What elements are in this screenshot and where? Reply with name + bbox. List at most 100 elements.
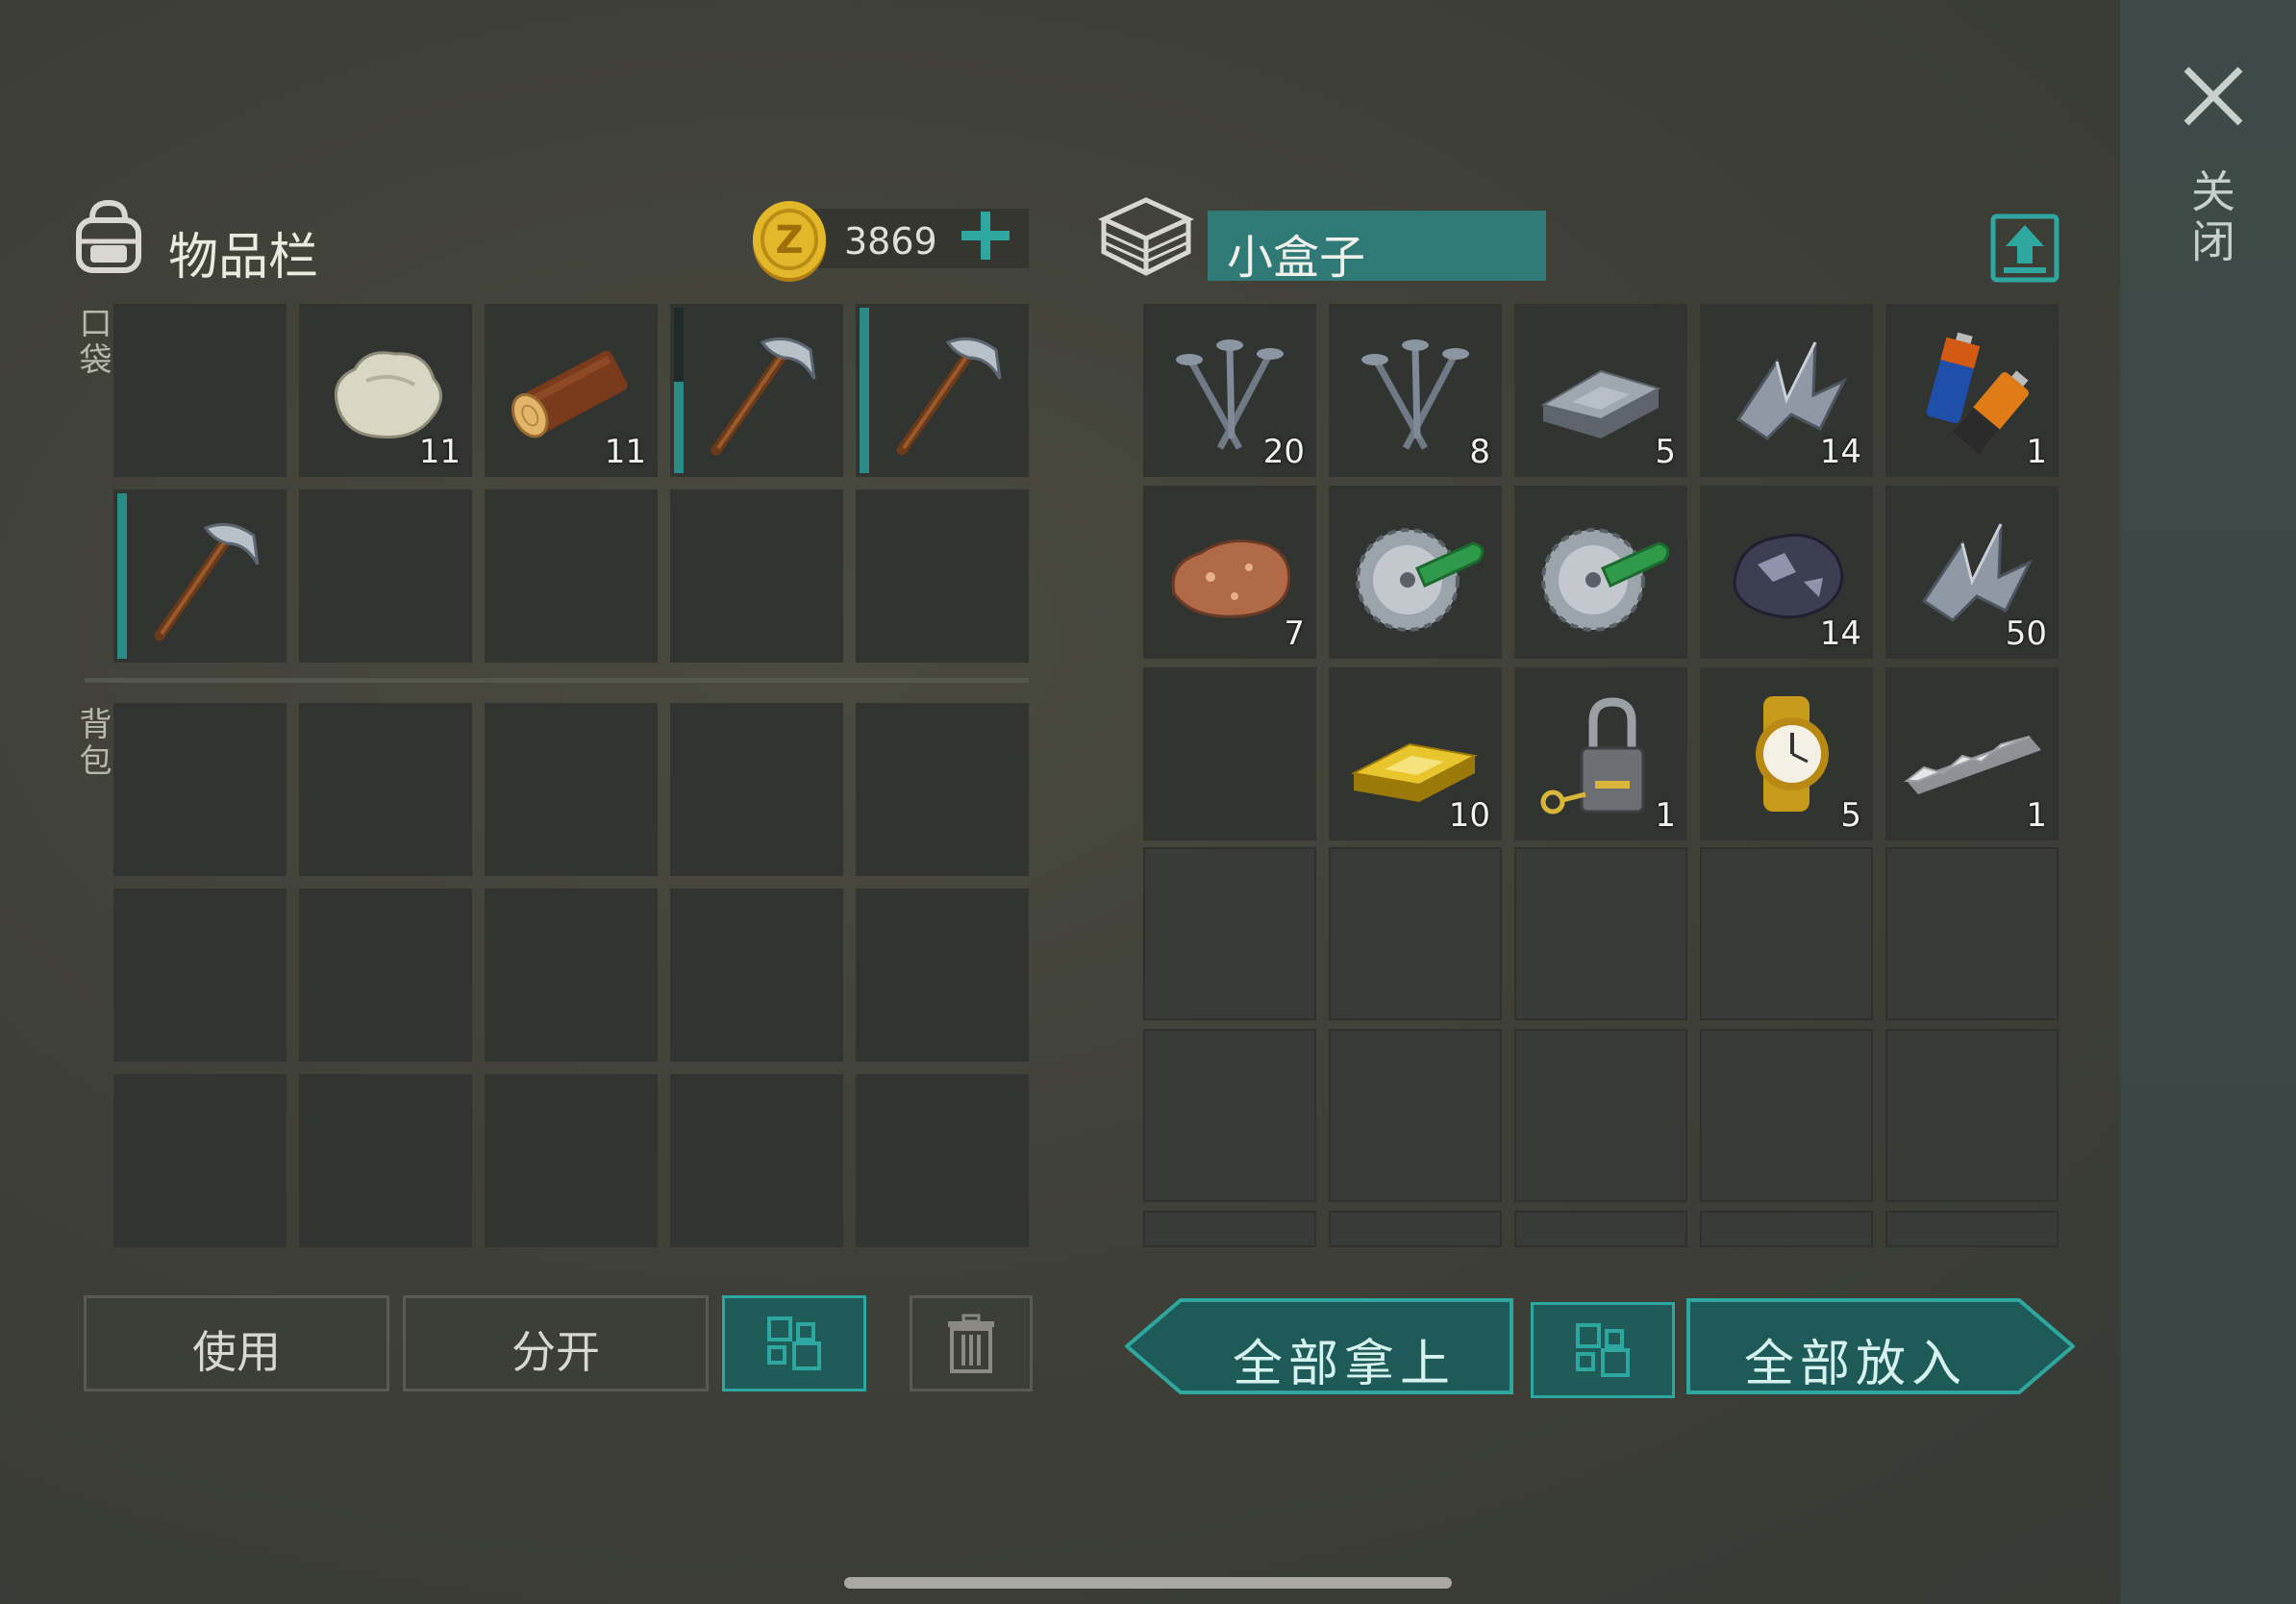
saw-blade-icon — [1356, 528, 1485, 632]
backpack-slot[interactable] — [299, 703, 472, 876]
grid-sort-icon — [767, 1316, 821, 1370]
close-label[interactable]: 关闭 — [2184, 168, 2242, 268]
item-count: 10 — [1448, 796, 1490, 835]
pocket-slot[interactable] — [113, 304, 287, 477]
pocket-label: 口袋 — [73, 306, 112, 379]
container-slot[interactable]: 10 — [1329, 667, 1502, 840]
pocket-slot[interactable] — [299, 489, 472, 663]
backpack-label: 背包 — [73, 707, 112, 780]
backpack-slot[interactable] — [856, 889, 1029, 1062]
inventory-title: 物品栏 — [168, 229, 319, 287]
backpack-slot[interactable] — [113, 703, 287, 876]
item-count: 1 — [2026, 433, 2047, 471]
backpack-icon — [76, 199, 141, 273]
pickaxe-icon — [154, 522, 260, 641]
pocket-slot[interactable] — [113, 489, 287, 663]
pocket-slot[interactable] — [670, 489, 843, 663]
container-slot[interactable] — [1700, 1029, 1873, 1202]
box-icon — [1098, 197, 1194, 276]
item-count: 7 — [1284, 614, 1305, 653]
trash-button[interactable] — [910, 1295, 1033, 1391]
use-button[interactable]: 使用 — [84, 1295, 389, 1391]
container-title: 小盒子 — [1227, 231, 1366, 285]
backpack-slot[interactable] — [485, 1074, 658, 1247]
backpack-slot[interactable] — [485, 703, 658, 876]
home-indicator[interactable] — [844, 1577, 1452, 1589]
backpack-slot[interactable] — [299, 1074, 472, 1247]
item-count: 20 — [1262, 433, 1305, 471]
container-slot[interactable]: 1 — [1885, 667, 2059, 840]
item-count: 11 — [604, 433, 646, 471]
container-slot[interactable]: 8 — [1329, 304, 1502, 477]
container-slot[interactable] — [1514, 1211, 1687, 1247]
backpack-slot[interactable] — [856, 1074, 1029, 1247]
backpack-slot[interactable] — [113, 889, 287, 1062]
container-slot[interactable] — [1329, 1029, 1502, 1202]
container-slot[interactable]: 5 — [1700, 667, 1873, 840]
item-count: 14 — [1819, 614, 1861, 653]
container-slot[interactable]: 20 — [1143, 304, 1316, 477]
pocket-slot[interactable] — [485, 489, 658, 663]
container-slot[interactable]: 5 — [1514, 304, 1687, 477]
backpack-slot[interactable] — [670, 889, 843, 1062]
sort-container-button[interactable] — [1531, 1302, 1675, 1398]
backpack-slot[interactable] — [856, 703, 1029, 876]
take-all-button[interactable]: 全部拿上 — [1125, 1298, 1515, 1394]
container-slot[interactable] — [1885, 1029, 2059, 1202]
backpack-slot[interactable] — [670, 703, 843, 876]
item-count: 11 — [418, 433, 461, 471]
grid-sort-icon — [1576, 1323, 1630, 1377]
container-slot[interactable] — [1143, 667, 1316, 840]
sort-inventory-button[interactable] — [722, 1295, 866, 1391]
container-slot[interactable]: 50 — [1885, 486, 2059, 659]
container-slot[interactable] — [1700, 1211, 1873, 1247]
item-count: 50 — [2005, 614, 2047, 653]
backpack-slot[interactable] — [299, 889, 472, 1062]
container-slot[interactable] — [1514, 486, 1687, 659]
pocket-slot[interactable]: 11 — [485, 304, 658, 477]
close-icon[interactable] — [2175, 58, 2252, 135]
upload-icon[interactable] — [1990, 213, 2059, 283]
coin-balance: Z 3869 — [750, 197, 1029, 282]
add-coins-button[interactable] — [957, 207, 1014, 264]
container-slot[interactable] — [1143, 847, 1316, 1020]
item-count: 8 — [1469, 433, 1490, 471]
container-slot[interactable]: 7 — [1143, 486, 1316, 659]
put-all-button[interactable]: 全部放入 — [1685, 1298, 2075, 1394]
coin-count: 3869 — [844, 220, 937, 263]
container-slot[interactable]: 14 — [1700, 486, 1873, 659]
backpack-slot[interactable] — [113, 1074, 287, 1247]
container-slot[interactable] — [1329, 1211, 1502, 1247]
container-slot[interactable]: 14 — [1700, 304, 1873, 477]
pocket-slot[interactable]: 11 — [299, 304, 472, 477]
container-slot[interactable] — [1143, 1029, 1316, 1202]
pocket-slot[interactable] — [670, 304, 843, 477]
container-slot[interactable] — [1514, 1029, 1687, 1202]
item-count: 5 — [1840, 796, 1861, 835]
container-slot[interactable]: 1 — [1514, 667, 1687, 840]
item-count: 1 — [1655, 796, 1676, 835]
svg-text:Z: Z — [775, 218, 803, 263]
pocket-slot[interactable] — [856, 304, 1029, 477]
item-count: 5 — [1655, 433, 1676, 471]
container-slot[interactable] — [1329, 486, 1502, 659]
container-slot[interactable] — [1885, 1211, 2059, 1247]
z-coin-icon: Z — [753, 201, 826, 282]
container-slot[interactable] — [1700, 847, 1873, 1020]
item-count: 14 — [1819, 433, 1861, 471]
container-title-field[interactable]: 小盒子 — [1208, 211, 1546, 285]
pocket-slot[interactable] — [856, 489, 1029, 663]
pickaxe-icon — [711, 337, 816, 456]
container-slot[interactable] — [1514, 847, 1687, 1020]
pickaxe-icon — [896, 337, 1002, 456]
container-slot[interactable]: 1 — [1885, 304, 2059, 477]
container-slot[interactable] — [1885, 847, 2059, 1020]
container-slot[interactable] — [1143, 1211, 1316, 1247]
item-count: 1 — [2026, 796, 2047, 835]
backpack-slot[interactable] — [485, 889, 658, 1062]
trash-icon — [948, 1314, 994, 1373]
container-slot[interactable] — [1329, 847, 1502, 1020]
split-button[interactable]: 分开 — [403, 1295, 709, 1391]
saw-blade-icon — [1541, 528, 1670, 632]
backpack-slot[interactable] — [670, 1074, 843, 1247]
